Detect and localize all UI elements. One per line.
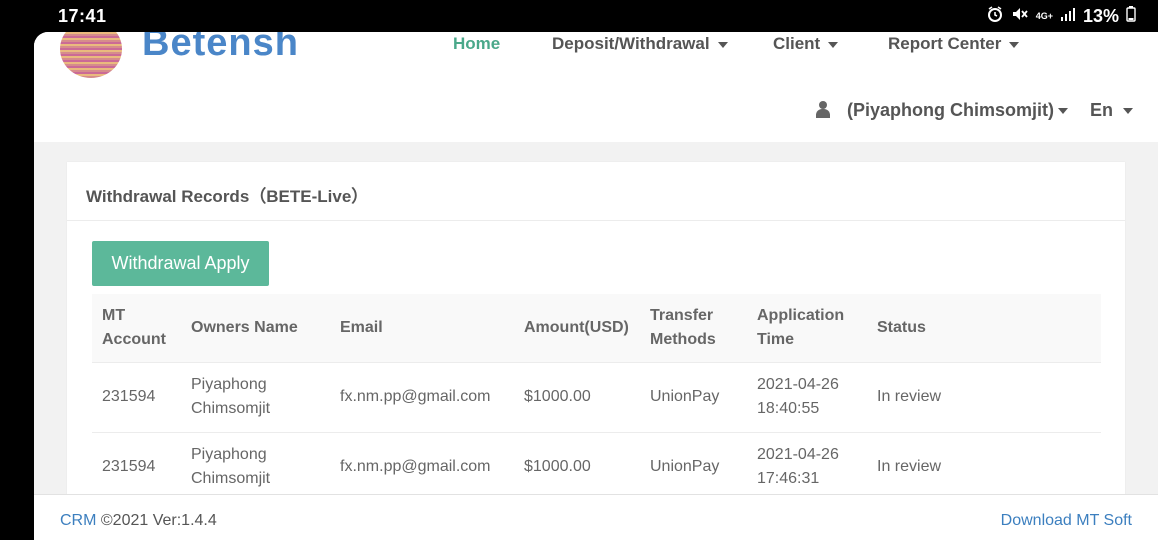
footer: CRM ©2021 Ver:1.4.4 Download MT Soft — [34, 494, 1158, 540]
cell-amount: $1000.00 — [514, 361, 640, 432]
battery-text: 13% — [1082, 6, 1119, 26]
chevron-down-icon — [1009, 41, 1020, 48]
nav-deposit-withdrawal-label: Deposit/Withdrawal — [552, 34, 710, 53]
cell-email: fx.nm.pp@gmail.com — [330, 431, 514, 502]
cell-transfer-method: UnionPay — [640, 431, 747, 502]
nav-home[interactable]: Home — [453, 34, 500, 54]
table-row[interactable]: 231594 Piyaphong Chimsomjit fx.nm.pp@gmai… — [92, 361, 1101, 432]
header: Betensh Home Deposit/Withdrawal Client R… — [34, 32, 1158, 142]
cell-owner-name: Piyaphong Chimsomjit — [181, 431, 330, 502]
col-email: Email — [340, 318, 383, 336]
col-application-time: Application Time — [757, 306, 845, 348]
mute-icon — [1011, 5, 1029, 28]
copyright-text: ©2021 Ver:1.4.4 — [96, 512, 217, 529]
network-4g-icon: 4G+ — [1035, 11, 1053, 21]
withdrawal-records-panel: Withdrawal Records（BETE-Live） Withdrawal… — [67, 162, 1125, 540]
cell-status: In review — [867, 361, 1101, 432]
cell-transfer-method: UnionPay — [640, 361, 747, 432]
battery-icon — [1126, 6, 1136, 27]
app-viewport: Betensh Home Deposit/Withdrawal Client R… — [34, 32, 1158, 540]
alarm-icon — [986, 5, 1004, 28]
cell-status: In review — [867, 431, 1101, 502]
signal-icon — [1060, 6, 1076, 27]
withdrawal-apply-button[interactable]: Withdrawal Apply — [92, 241, 269, 286]
cell-application-time: 2021-04-26 18:40:55 — [747, 361, 867, 432]
footer-copyright: CRM ©2021 Ver:1.4.4 — [60, 512, 217, 530]
language-label: En — [1090, 100, 1114, 120]
col-amount: Amount(USD) — [524, 318, 629, 336]
col-transfer-methods: Transfer Methods — [650, 306, 716, 348]
cell-amount: $1000.00 — [514, 431, 640, 502]
chevron-down-icon — [828, 41, 839, 48]
nav-client-label: Client — [773, 34, 821, 53]
brand-name[interactable]: Betensh — [142, 32, 299, 65]
cell-owner-name: Piyaphong Chimsomjit — [181, 361, 330, 432]
status-time: 17:41 — [58, 6, 107, 26]
cell-email: fx.nm.pp@gmail.com — [330, 361, 514, 432]
brand-logo-icon[interactable] — [60, 32, 122, 78]
nav-report-center-label: Report Center — [888, 34, 1002, 53]
user-menu[interactable]: (Piyaphong Chimsomjit) — [847, 100, 1068, 121]
col-status: Status — [877, 318, 926, 336]
table-header-row: MT Account Owners Name Email Amount(USD) … — [92, 294, 1101, 362]
nav-report-center[interactable]: Report Center — [888, 34, 1020, 54]
cell-mt-account: 231594 — [92, 361, 181, 432]
col-mt-account: MT Account — [102, 306, 166, 348]
user-name-label: (Piyaphong Chimsomjit) — [847, 100, 1054, 120]
language-select[interactable]: En — [1090, 100, 1134, 121]
status-bar: 17:41 4G+ 13% — [0, 0, 1158, 32]
chevron-down-icon — [1123, 108, 1134, 115]
nav-client[interactable]: Client — [773, 34, 839, 54]
nav-deposit-withdrawal[interactable]: Deposit/Withdrawal — [552, 34, 728, 54]
download-mt-soft-link[interactable]: Download MT Soft — [1001, 512, 1132, 530]
withdrawal-records-table: MT Account Owners Name Email Amount(USD) … — [92, 294, 1101, 502]
chevron-down-icon — [1058, 108, 1068, 115]
user-icon — [816, 101, 830, 118]
panel-title: Withdrawal Records（BETE-Live） — [86, 187, 369, 206]
col-owners-name: Owners Name — [191, 318, 298, 336]
status-icons: 4G+ 13% — [986, 5, 1136, 28]
chevron-down-icon — [717, 41, 728, 48]
cell-mt-account: 231594 — [92, 431, 181, 502]
divider — [67, 220, 1125, 221]
crm-link[interactable]: CRM — [60, 512, 96, 529]
table-row[interactable]: 231594 Piyaphong Chimsomjit fx.nm.pp@gmai… — [92, 431, 1101, 502]
cell-application-time: 2021-04-26 17:46:31 — [747, 431, 867, 502]
